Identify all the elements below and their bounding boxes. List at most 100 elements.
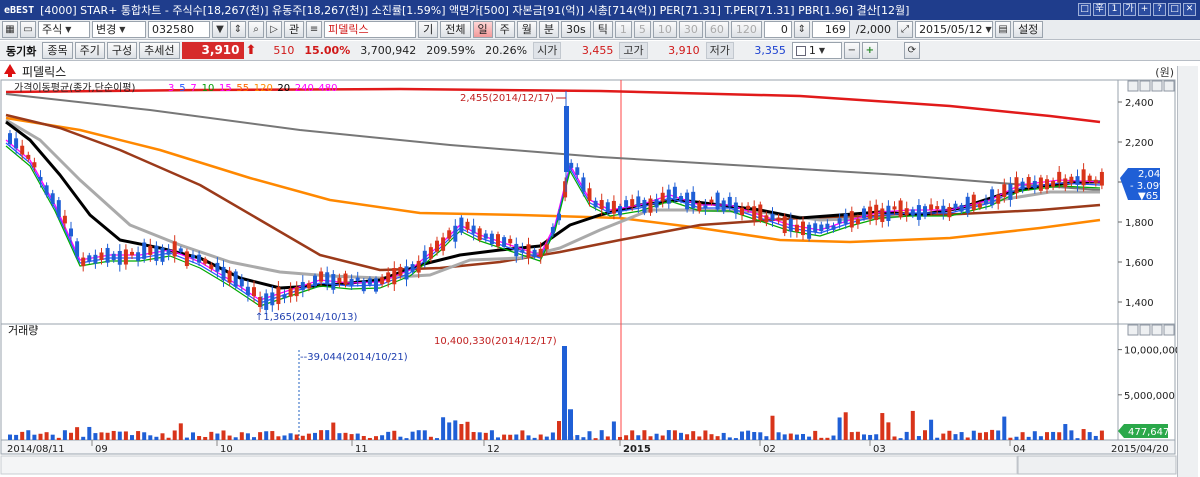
volume-bar xyxy=(807,436,812,440)
volume-bar xyxy=(1032,431,1037,440)
candle-body xyxy=(660,192,665,202)
candle-body xyxy=(697,202,702,212)
candle-body xyxy=(691,191,696,209)
candle-body xyxy=(489,233,494,245)
volume-bar xyxy=(26,430,31,440)
candle-body xyxy=(886,205,891,221)
candle-body xyxy=(386,272,391,283)
volume-bar xyxy=(367,437,372,440)
volume-bar xyxy=(215,433,220,440)
volume-bar xyxy=(245,433,250,440)
volume-bar xyxy=(380,435,385,440)
candle-body xyxy=(8,133,12,145)
ma-legend-item: 3 xyxy=(168,83,174,94)
panel-control-icon xyxy=(1163,324,1175,336)
volume-bar xyxy=(721,432,726,440)
volume-bar xyxy=(624,435,629,440)
volume-bar xyxy=(819,437,824,440)
candle-body xyxy=(788,218,793,232)
volume-bar xyxy=(1020,432,1025,440)
volume-bar xyxy=(203,436,208,440)
volume-bar xyxy=(837,417,842,440)
volume-bar xyxy=(435,438,439,440)
volume-bar xyxy=(178,423,183,440)
volume-bar xyxy=(148,435,153,440)
candle-body xyxy=(130,251,134,256)
volume-bar xyxy=(770,415,775,440)
volume-bar xyxy=(758,432,763,440)
volume-bars xyxy=(8,346,1104,440)
volume-bar xyxy=(87,426,92,440)
candle-body xyxy=(1081,169,1086,186)
volume-min-annotation: --39,044(2014/10/21) xyxy=(300,352,408,363)
candle-body xyxy=(819,224,824,232)
volume-bar xyxy=(538,434,543,440)
volume-bar xyxy=(666,430,671,440)
candle-body xyxy=(550,226,555,234)
candle-body xyxy=(984,199,988,205)
ma-legend-item: 5 xyxy=(179,83,185,94)
ma-legend-item: 10 xyxy=(202,83,215,94)
volume-bar xyxy=(568,409,573,440)
volume-title: 거래량 xyxy=(8,324,38,337)
x-tick-label: 09 xyxy=(95,444,108,455)
candle-body xyxy=(1099,171,1104,186)
y-tick-label: 1,800 xyxy=(1125,218,1154,229)
candle-body xyxy=(599,200,604,210)
candle-body xyxy=(239,279,244,287)
volume-bar xyxy=(386,431,391,440)
volume-bar xyxy=(233,437,238,440)
candle-body xyxy=(813,223,818,233)
candle-body xyxy=(831,225,836,230)
stock-chart[interactable]: 2,4002,2002,0001,8001,6001,4002014/08/11… xyxy=(0,0,1200,477)
candle-body xyxy=(313,275,317,287)
volume-bar xyxy=(587,431,592,440)
volume-bar xyxy=(502,434,507,440)
ma-legend-item: 20 xyxy=(277,83,290,94)
volume-bar xyxy=(20,431,25,440)
axes: 2,4002,2002,0001,8001,6001,4002014/08/11… xyxy=(0,69,1196,475)
volume-bar xyxy=(618,436,622,440)
volume-bar xyxy=(959,432,964,440)
volume-bar xyxy=(788,433,793,440)
candle-body xyxy=(252,287,256,297)
panel-control-icon xyxy=(1127,324,1139,336)
candle-body xyxy=(654,199,659,208)
volume-bar xyxy=(69,432,73,440)
candle-body xyxy=(862,208,866,219)
volume-bar xyxy=(154,436,159,440)
volume-bar xyxy=(447,422,452,440)
candle-body xyxy=(496,234,500,247)
volume-bar xyxy=(660,435,665,440)
candle-body xyxy=(770,213,775,221)
candle-body xyxy=(197,254,202,263)
volume-bar xyxy=(489,430,494,440)
candle-body xyxy=(557,213,561,221)
y-tick-label: 2,400 xyxy=(1125,98,1154,109)
volume-bar xyxy=(727,437,732,440)
volume-bar xyxy=(898,438,903,440)
candle-body xyxy=(81,257,86,267)
candle-body xyxy=(1026,177,1031,188)
ma-brown-line xyxy=(5,113,1101,272)
volume-bar xyxy=(453,420,458,440)
candle-body xyxy=(404,266,409,280)
candle-body xyxy=(776,217,781,221)
candle-body xyxy=(32,162,37,168)
candle-body xyxy=(343,273,348,285)
candle-body xyxy=(1093,179,1098,184)
volume-bar xyxy=(14,434,19,440)
y-tick-label: 2,200 xyxy=(1125,138,1154,149)
volume-bar xyxy=(996,430,1001,440)
volume-bar xyxy=(1081,429,1086,440)
volume-bar xyxy=(910,410,915,440)
candle-body xyxy=(575,167,580,175)
candle-body xyxy=(564,106,569,172)
candle-body xyxy=(56,200,61,217)
candle-body xyxy=(319,271,324,282)
volume-bar xyxy=(227,435,232,440)
volume-bar xyxy=(270,431,275,440)
candle-body xyxy=(892,206,897,210)
candle-body xyxy=(20,145,25,155)
volume-bar xyxy=(849,432,854,440)
